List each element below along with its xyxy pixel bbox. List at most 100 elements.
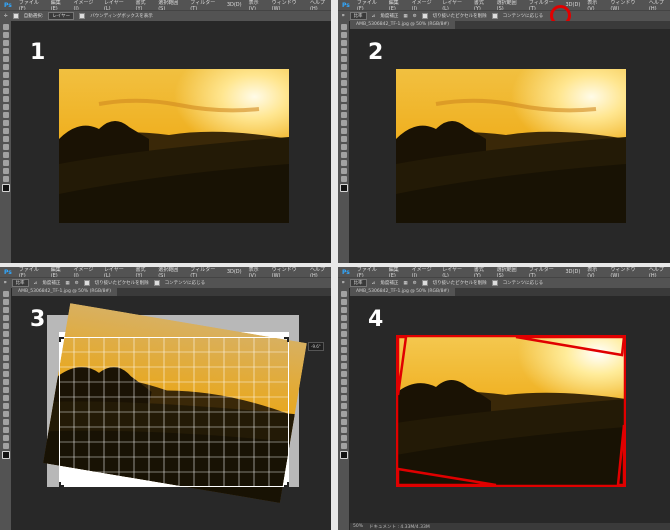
lasso-tool-icon[interactable] bbox=[340, 307, 347, 313]
delete-pixels-checkbox[interactable] bbox=[421, 13, 428, 19]
eraser-tool-icon[interactable] bbox=[340, 104, 347, 110]
auto-select-checkbox[interactable] bbox=[12, 13, 19, 19]
move-tool-icon[interactable] bbox=[340, 291, 347, 297]
quick-select-tool-icon[interactable] bbox=[2, 48, 9, 54]
crop-grid-overlay[interactable] bbox=[59, 337, 289, 487]
stamp-tool-icon[interactable] bbox=[340, 355, 347, 361]
move-tool-icon[interactable] bbox=[2, 291, 9, 297]
history-brush-icon[interactable] bbox=[2, 363, 9, 369]
zoom-tool-icon[interactable] bbox=[340, 176, 347, 182]
blur-tool-icon[interactable] bbox=[340, 387, 347, 393]
crop-tool-icon[interactable] bbox=[2, 323, 9, 329]
stamp-tool-icon[interactable] bbox=[2, 88, 9, 94]
menu-3d[interactable]: 3D(D) bbox=[227, 269, 242, 275]
dodge-tool-icon[interactable] bbox=[2, 395, 9, 401]
settings-gear-icon[interactable]: ⚙ bbox=[413, 14, 417, 19]
hand-tool-icon[interactable] bbox=[340, 168, 347, 174]
healing-tool-icon[interactable] bbox=[2, 72, 9, 78]
ratio-select[interactable]: 比率 bbox=[349, 12, 367, 20]
hand-tool-icon[interactable] bbox=[2, 168, 9, 174]
foreground-color-swatch[interactable] bbox=[1, 451, 10, 459]
straighten-icon[interactable]: ⊿ bbox=[372, 281, 376, 286]
eraser-tool-icon[interactable] bbox=[340, 371, 347, 377]
history-brush-icon[interactable] bbox=[2, 96, 9, 102]
zoom-tool-icon[interactable] bbox=[2, 443, 9, 449]
blur-tool-icon[interactable] bbox=[2, 120, 9, 126]
straighten-icon[interactable]: ⊿ bbox=[34, 281, 38, 286]
transform-checkbox[interactable] bbox=[79, 13, 86, 19]
shape-tool-icon[interactable] bbox=[2, 427, 9, 433]
document-tab[interactable]: AMB_5306842_TF-1.jpg @ 50% (RGB/8#) bbox=[12, 288, 117, 296]
content-aware-checkbox[interactable] bbox=[491, 280, 498, 286]
pen-tool-icon[interactable] bbox=[340, 136, 347, 142]
crop-tool-icon[interactable] bbox=[2, 56, 9, 62]
quick-select-tool-icon[interactable] bbox=[340, 315, 347, 321]
delete-pixels-checkbox[interactable] bbox=[83, 280, 90, 286]
history-brush-icon[interactable] bbox=[340, 96, 347, 102]
blur-tool-icon[interactable] bbox=[340, 120, 347, 126]
gradient-tool-icon[interactable] bbox=[340, 379, 347, 385]
shape-tool-icon[interactable] bbox=[340, 427, 347, 433]
gradient-tool-icon[interactable] bbox=[2, 379, 9, 385]
lasso-tool-icon[interactable] bbox=[2, 40, 9, 46]
healing-tool-icon[interactable] bbox=[2, 339, 9, 345]
straighten-icon[interactable]: ⊿ bbox=[372, 14, 376, 19]
type-tool-icon[interactable] bbox=[340, 411, 347, 417]
crop-tool-icon[interactable] bbox=[340, 323, 347, 329]
move-tool-icon[interactable] bbox=[340, 24, 347, 30]
menu-3d[interactable]: 3D(D) bbox=[227, 2, 242, 8]
move-tool-icon[interactable] bbox=[2, 24, 9, 30]
brush-tool-icon[interactable] bbox=[2, 80, 9, 86]
quick-select-tool-icon[interactable] bbox=[2, 315, 9, 321]
delete-pixels-checkbox[interactable] bbox=[421, 280, 428, 286]
gradient-tool-icon[interactable] bbox=[2, 112, 9, 118]
foreground-color-swatch[interactable] bbox=[339, 184, 348, 192]
lasso-tool-icon[interactable] bbox=[340, 40, 347, 46]
eraser-tool-icon[interactable] bbox=[2, 104, 9, 110]
stamp-tool-icon[interactable] bbox=[340, 88, 347, 94]
marquee-tool-icon[interactable] bbox=[340, 299, 347, 305]
gradient-tool-icon[interactable] bbox=[340, 112, 347, 118]
blur-tool-icon[interactable] bbox=[2, 387, 9, 393]
settings-gear-icon[interactable]: ⚙ bbox=[413, 281, 417, 286]
eyedropper-tool-icon[interactable] bbox=[340, 64, 347, 70]
stamp-tool-icon[interactable] bbox=[2, 355, 9, 361]
grid-overlay-icon[interactable]: ▦ bbox=[65, 281, 69, 286]
pen-tool-icon[interactable] bbox=[340, 403, 347, 409]
foreground-color-swatch[interactable] bbox=[339, 451, 348, 459]
dodge-tool-icon[interactable] bbox=[2, 128, 9, 134]
crop-tool-icon[interactable] bbox=[340, 56, 347, 62]
eyedropper-tool-icon[interactable] bbox=[340, 331, 347, 337]
dodge-tool-icon[interactable] bbox=[340, 128, 347, 134]
brush-tool-icon[interactable] bbox=[340, 347, 347, 353]
history-brush-icon[interactable] bbox=[340, 363, 347, 369]
type-tool-icon[interactable] bbox=[340, 144, 347, 150]
shape-tool-icon[interactable] bbox=[340, 160, 347, 166]
path-select-icon[interactable] bbox=[2, 419, 9, 425]
document-tab[interactable]: AMB_5306842_TF-1.jpg @ 50% (RGB/8#) bbox=[350, 288, 455, 296]
quick-select-tool-icon[interactable] bbox=[340, 48, 347, 54]
healing-tool-icon[interactable] bbox=[340, 339, 347, 345]
healing-tool-icon[interactable] bbox=[340, 72, 347, 78]
hand-tool-icon[interactable] bbox=[2, 435, 9, 441]
grid-overlay-icon[interactable]: ▦ bbox=[403, 14, 407, 19]
lasso-tool-icon[interactable] bbox=[2, 307, 9, 313]
zoom-tool-icon[interactable] bbox=[340, 443, 347, 449]
path-select-icon[interactable] bbox=[340, 419, 347, 425]
path-select-icon[interactable] bbox=[340, 152, 347, 158]
menu-3d[interactable]: 3D(D) bbox=[566, 269, 581, 275]
shape-tool-icon[interactable] bbox=[2, 160, 9, 166]
path-select-icon[interactable] bbox=[2, 152, 9, 158]
eraser-tool-icon[interactable] bbox=[2, 371, 9, 377]
content-aware-checkbox[interactable] bbox=[153, 280, 160, 286]
dodge-tool-icon[interactable] bbox=[340, 395, 347, 401]
hand-tool-icon[interactable] bbox=[340, 435, 347, 441]
ratio-select[interactable]: 比率 bbox=[11, 279, 29, 287]
eyedropper-tool-icon[interactable] bbox=[2, 64, 9, 70]
brush-tool-icon[interactable] bbox=[340, 80, 347, 86]
grid-overlay-icon[interactable]: ▦ bbox=[403, 281, 407, 286]
ratio-select[interactable]: 比率 bbox=[349, 279, 367, 287]
eyedropper-tool-icon[interactable] bbox=[2, 331, 9, 337]
pen-tool-icon[interactable] bbox=[2, 136, 9, 142]
foreground-color-swatch[interactable] bbox=[1, 184, 10, 192]
